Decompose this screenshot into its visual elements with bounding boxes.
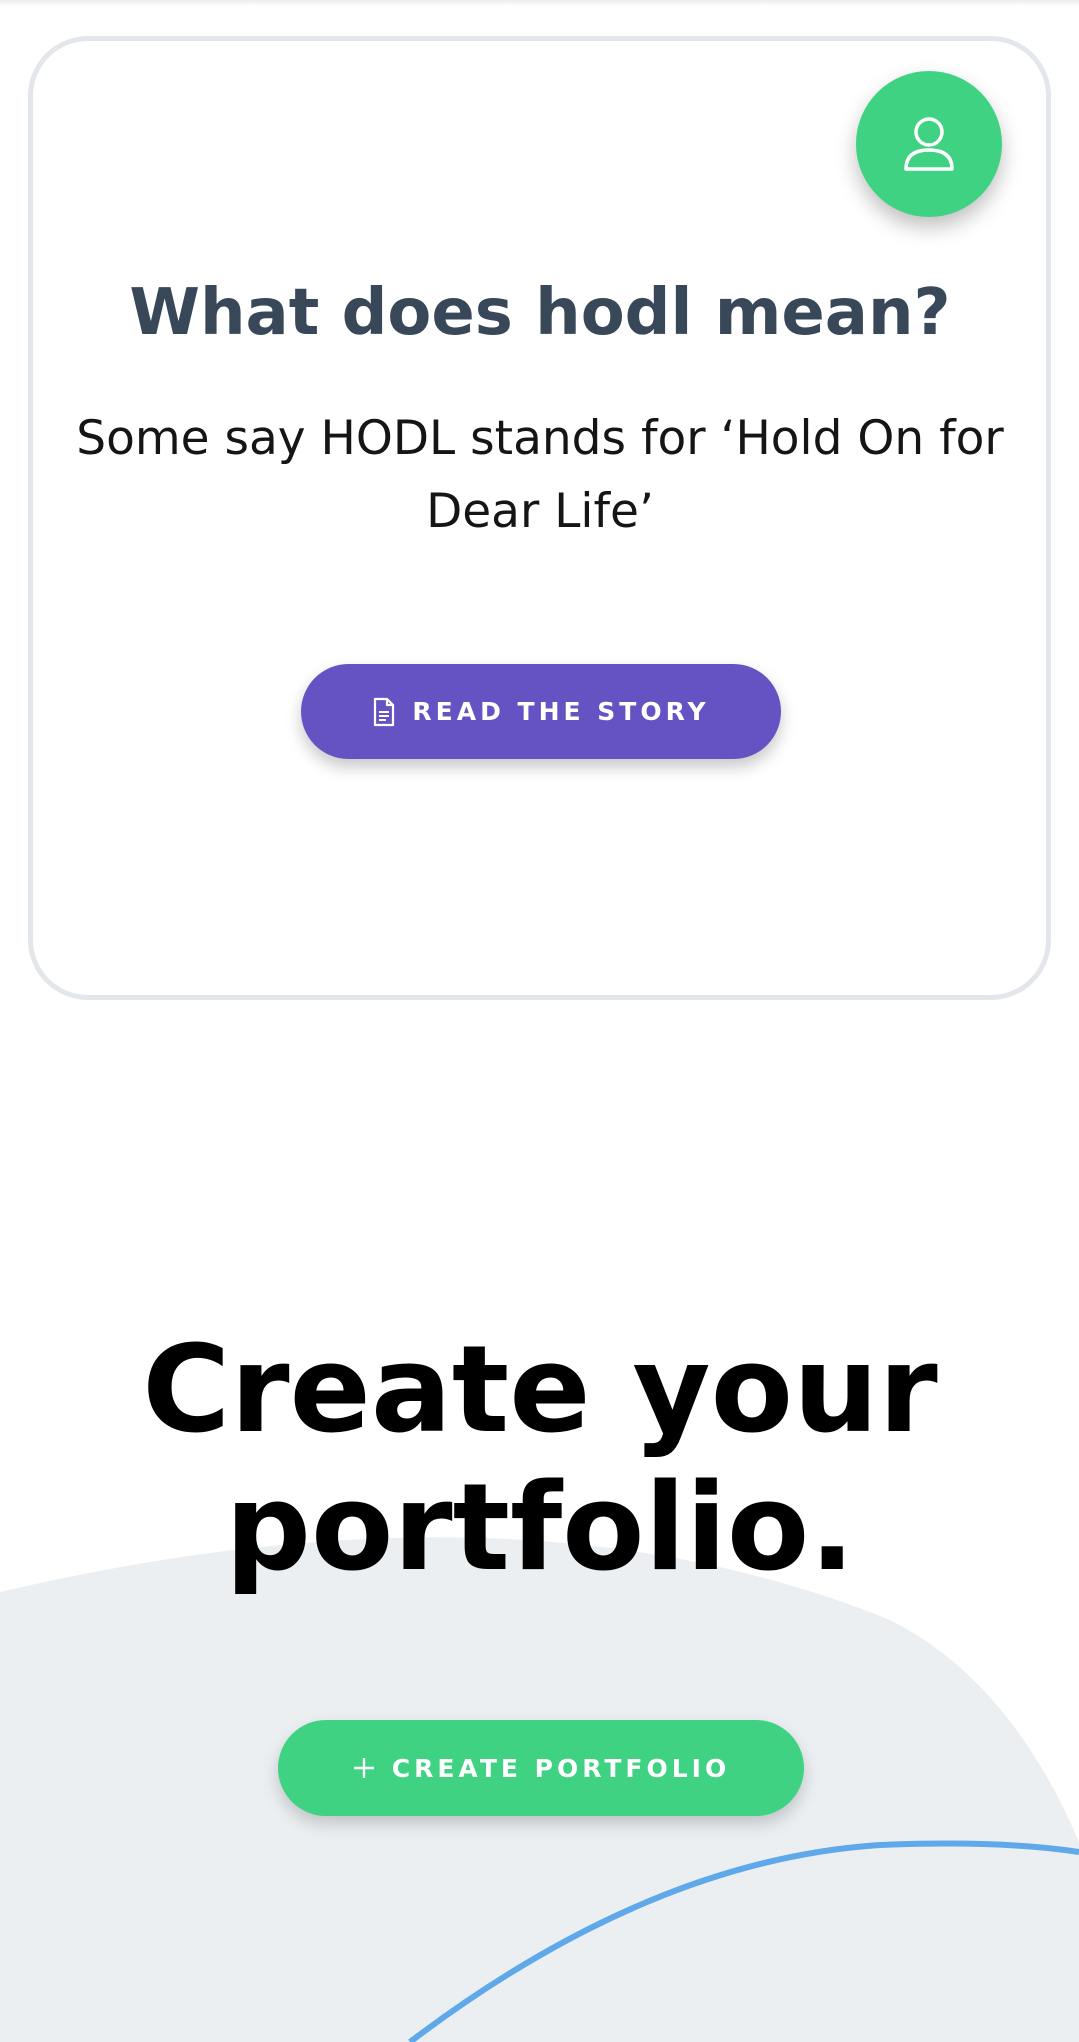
card-title: What does hodl mean? (129, 276, 951, 350)
plus-icon (352, 1756, 376, 1780)
document-icon (372, 697, 396, 727)
create-portfolio-label: CREATE PORTFOLIO (391, 1753, 731, 1783)
card-description: Some say HODL stands for ‘Hold On for De… (76, 411, 1004, 539)
portfolio-heading: Create your portfolio. (142, 1321, 938, 1598)
user-icon (904, 117, 954, 171)
read-the-story-label: READ THE STORY (412, 697, 710, 726)
read-the-story-button[interactable]: READ THE STORY (301, 664, 781, 759)
profile-avatar-button[interactable] (856, 71, 1002, 217)
create-portfolio-button[interactable]: CREATE PORTFOLIO (278, 1720, 804, 1816)
